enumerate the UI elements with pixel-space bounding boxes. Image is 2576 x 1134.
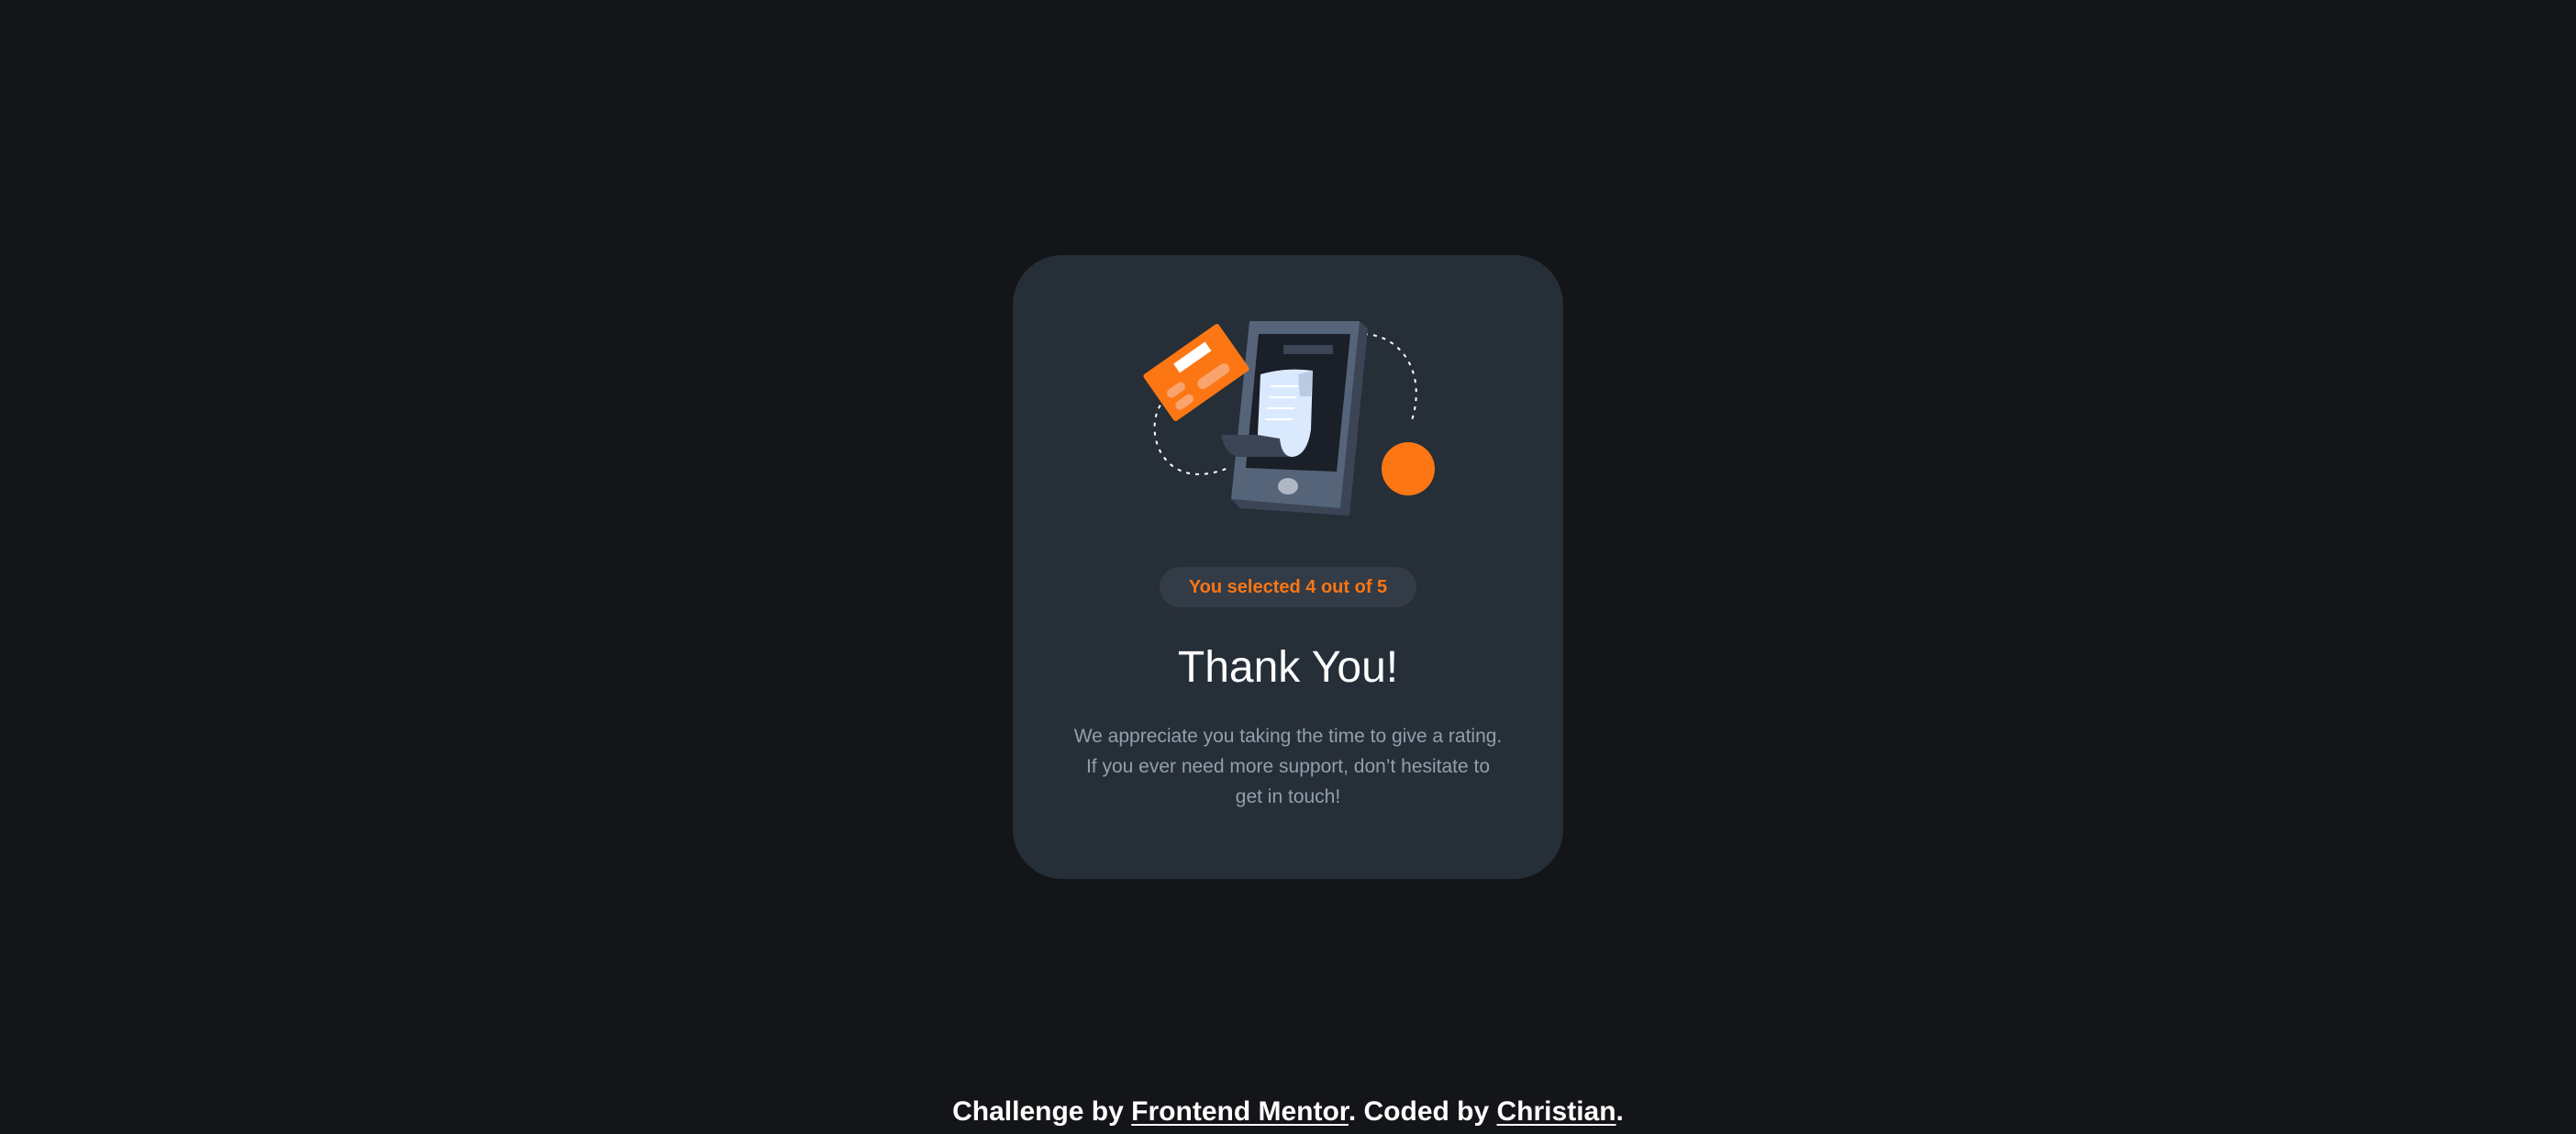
receipt-shadow [1298,371,1313,396]
attribution-prefix: Challenge by [952,1096,1124,1127]
thank-you-illustration [1137,319,1439,521]
receipt-line-4 [1265,418,1293,420]
thank-you-message: We appreciate you taking the time to giv… [1049,721,1527,812]
thank-you-card: You selected 4 out of 5 Thank You! We ap… [1013,255,1563,879]
thank-you-title: Thank You! [1177,643,1399,692]
attribution-suffix: . [1616,1096,1624,1127]
message-line-2: If you ever need more support, don’t hes… [1085,756,1491,777]
attribution-middle: . Coded by [1348,1096,1490,1127]
receipt-line-2 [1269,396,1296,398]
message-line-1: We appreciate you taking the time to giv… [1073,726,1503,747]
author-link[interactable]: Christian [1497,1096,1616,1127]
receipt-line-1 [1271,385,1298,387]
page: You selected 4 out of 5 Thank You! We ap… [0,0,2576,1134]
attribution: Challenge by Frontend Mentor. Coded by C… [0,1092,2576,1132]
selected-rating-badge: You selected 4 out of 5 [1160,567,1416,607]
frontend-mentor-link[interactable]: Frontend Mentor [1131,1096,1349,1127]
coin [1382,442,1435,495]
screen-bar [1283,345,1333,354]
dashed-arc-right [1363,333,1417,421]
phone-home-button [1278,478,1298,495]
phone-receipt-illustration [1143,321,1435,516]
message-line-3: get in touch! [1235,786,1341,807]
receipt-line-3 [1267,407,1294,409]
